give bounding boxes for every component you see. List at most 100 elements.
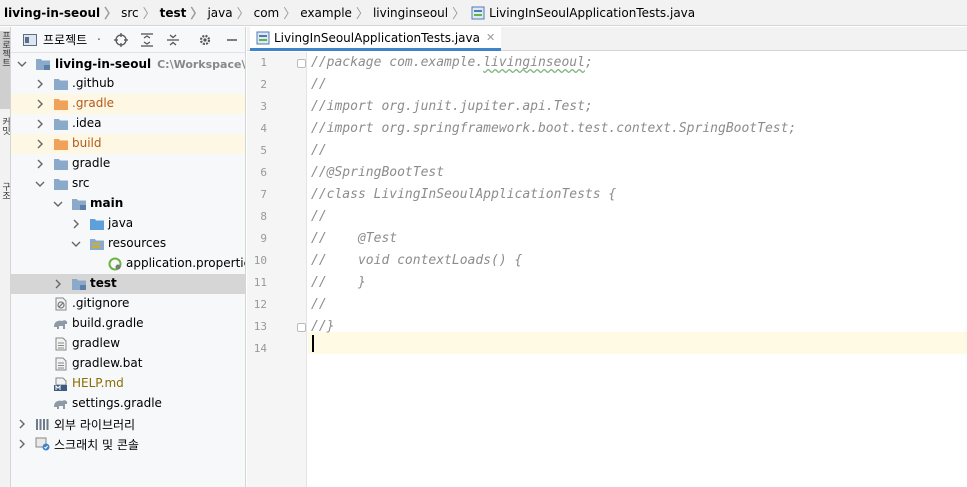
editor-tab-active[interactable]: LivingInSeoulApplicationTests.java ✕ [250,27,502,51]
tree-node-build[interactable]: build [11,134,245,154]
tool-strip-commit[interactable]: 커밋 [0,117,10,173]
chevron-right-icon: 〉 [236,7,250,22]
tree-label: 외부 라이브러리 [54,418,136,432]
close-icon[interactable]: ✕ [486,31,495,44]
tree-node-src[interactable]: src [11,174,245,194]
tree-label: gradlew [72,336,121,350]
chevron-right-icon[interactable] [35,79,45,89]
tool-strip-project[interactable]: 프로젝트 [0,31,10,109]
code-line: //package com.example.livinginseoul; [311,52,593,74]
tree-node-gradlew-bat[interactable]: gradlew.bat [11,354,245,374]
code-area[interactable]: //package com.example.livinginseoul; // … [308,52,967,487]
source-set-folder-icon [72,199,86,210]
code-text: //package com.example. [311,55,484,70]
breadcrumb-item-java[interactable]: java 〉 [203,0,250,25]
tree-label: living-in-seoul C:\Workspace\프로 [55,56,245,72]
tree-label: gradlew.bat [72,356,143,370]
tree-node-java[interactable]: java [11,214,245,234]
tree-label: build.gradle [72,316,144,330]
breadcrumb-item-example[interactable]: example 〉 [296,0,369,25]
dot-separator-icon: · [96,32,102,48]
tree-node-build-gradle[interactable]: build.gradle [11,314,245,334]
text-file-icon [55,337,67,351]
chevron-down-icon[interactable] [53,199,63,209]
gradle-elephant-icon [54,400,68,409]
tool-strip-structure[interactable]: 구조 [0,182,10,272]
line-number: 7 [260,188,267,201]
code-line: //@SpringBootTest [311,165,445,180]
excluded-folder-icon [54,139,68,150]
project-panel-title: 프로젝트 [43,33,88,47]
tree-label: java [108,216,134,230]
chevron-down-icon[interactable] [35,179,45,189]
java-test-file-icon [471,6,485,19]
project-view-selector[interactable]: 프로젝트 [23,31,87,48]
ignore-file-icon [55,297,67,311]
chevron-right-icon: 〉 [355,7,369,22]
project-view-icon [23,33,37,46]
excluded-folder-icon [54,99,68,110]
chevron-right-icon[interactable] [17,419,27,429]
tree-node-help-md[interactable]: HELP.md [11,374,245,394]
tree-label: 스크래치 및 콘솔 [54,438,139,452]
chevron-right-icon[interactable] [35,99,45,109]
breadcrumb-item-com[interactable]: com 〉 [250,0,297,25]
code-line: // [311,297,327,312]
tree-node-resources[interactable]: resources [11,234,245,254]
breadcrumb-item-project[interactable]: living-in-seoul 〉 [0,0,117,25]
breadcrumb-label: example [300,5,352,20]
expand-all-icon[interactable] [137,30,157,50]
tree-node-gradlew[interactable]: gradlew [11,334,245,354]
breadcrumb-item-file[interactable]: LivingInSeoulApplicationTests.java [465,0,695,25]
scratches-icon [35,437,50,451]
chevron-right-icon: 〉 [190,7,204,22]
tree-node-gradle[interactable]: gradle [11,154,245,174]
line-number-gutter: 1 2 3 4 5 6 7 8 9 10 11 12 13 14 [247,52,307,487]
tree-node-main[interactable]: main [11,194,245,214]
collapse-all-icon[interactable] [163,30,183,50]
tree-node-settings-gradle[interactable]: settings.gradle [11,394,245,414]
tree-node-github[interactable]: .github [11,74,245,94]
fold-marker-icon[interactable] [297,323,306,332]
code-editor: LivingInSeoulApplicationTests.java ✕ 1 2… [247,27,967,487]
tree-node-test[interactable]: test [11,274,245,294]
chevron-right-icon[interactable] [35,119,45,129]
breadcrumb-item-livinginseoul[interactable]: livinginseoul 〉 [369,0,465,25]
library-icon [36,419,49,430]
test-source-set-folder-icon [72,279,86,290]
minimize-icon[interactable] [222,30,242,50]
tree-label: build [72,136,102,150]
line-number: 10 [253,254,267,267]
fold-marker-icon[interactable] [297,59,306,68]
breadcrumb-label: java [207,5,233,20]
code-text: ; [584,55,593,70]
tree-node-scratches[interactable]: 스크래치 및 콘솔 [11,434,245,454]
chevron-right-icon[interactable] [53,279,63,289]
tree-node-gitignore[interactable]: .gitignore [11,294,245,314]
chevron-right-icon[interactable] [71,219,81,229]
project-panel: 프로젝트 · living-in-seoul C:\Workspace\프로 [11,27,246,487]
tree-node-gradle-hidden[interactable]: .gradle [11,94,245,114]
tree-label: .idea [72,116,102,130]
line-number: 14 [253,342,267,355]
line-number: 11 [253,276,267,289]
chevron-right-icon[interactable] [35,159,45,169]
breadcrumb-item-src[interactable]: src 〉 [117,0,156,25]
chevron-down-icon[interactable] [71,239,81,249]
tree-node-application-properties[interactable]: application.properties [11,254,245,274]
project-panel-header: 프로젝트 · [11,27,245,53]
code-text-typo: livinginseoul [483,55,585,70]
tree-node-external-libraries[interactable]: 외부 라이브러리 [11,414,245,434]
locate-icon[interactable] [111,30,131,50]
tree-node-idea[interactable]: .idea [11,114,245,134]
markdown-file-icon [54,377,67,391]
module-folder-icon [36,59,50,70]
breadcrumb-item-test[interactable]: test 〉 [156,0,204,25]
gear-icon[interactable] [195,30,215,50]
chevron-down-icon[interactable] [17,59,27,69]
line-number: 4 [260,122,267,135]
chevron-right-icon[interactable] [17,439,27,449]
tree-label: main [90,196,124,210]
tree-node-root[interactable]: living-in-seoul C:\Workspace\프로 [11,54,245,74]
chevron-right-icon[interactable] [35,139,45,149]
